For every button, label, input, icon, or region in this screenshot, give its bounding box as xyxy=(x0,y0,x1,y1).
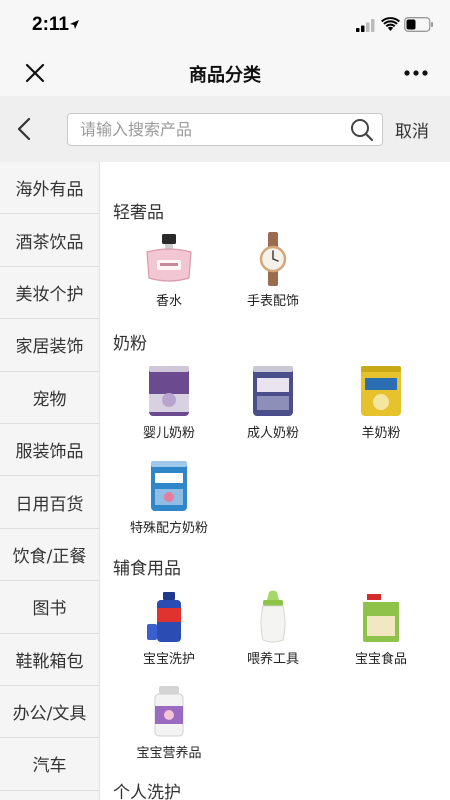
sidebar-item-apparel[interactable]: 服装饰品 xyxy=(0,424,99,477)
section-title-personal-care: 个人洗护 xyxy=(113,783,181,800)
category-sidebar: 海外有品 酒茶饮品 美妆个护 家居装饰 宠物 服装饰品 日用百货 饮食/正餐 图… xyxy=(0,162,100,800)
sidebar-item-office[interactable]: 办公/文具 xyxy=(0,686,99,739)
product-item-feeding-tools[interactable]: 喂养工具 xyxy=(218,590,328,667)
sidebar-item-books[interactable]: 图书 xyxy=(0,581,99,634)
product-label: 特殊配方奶粉 xyxy=(129,521,208,536)
product-item-goat-milk[interactable]: 羊奶粉 xyxy=(326,364,436,441)
search-icon[interactable] xyxy=(350,118,374,142)
bottle-icon xyxy=(147,592,181,642)
search-input[interactable] xyxy=(80,114,340,145)
product-item-baby-nutrition[interactable]: 宝宝营养品 xyxy=(114,684,224,761)
search-box xyxy=(67,113,383,146)
product-item-baby-food[interactable]: 宝宝食品 xyxy=(326,590,436,667)
section-title-milk-powder: 奶粉 xyxy=(113,334,147,354)
food-box-icon xyxy=(363,592,399,642)
watch-icon xyxy=(259,232,287,286)
product-item-watch[interactable]: 手表配饰 xyxy=(218,232,328,309)
sidebar-item-auto[interactable]: 汽车 xyxy=(0,738,99,791)
product-label: 羊奶粉 xyxy=(361,426,401,441)
page-title: 商品分类 xyxy=(189,65,261,86)
cancel-button[interactable]: 取消 xyxy=(395,117,429,142)
sidebar-item-drinks[interactable]: 酒茶饮品 xyxy=(0,214,99,267)
section-title-baby-supplies: 辅食用品 xyxy=(113,559,181,579)
status-time: 2:11 xyxy=(32,14,69,35)
product-item-baby-wash[interactable]: 宝宝洗护 xyxy=(114,590,224,667)
cellular-signal-icon xyxy=(356,19,375,32)
sidebar-item-overseas[interactable]: 海外有品 xyxy=(0,162,99,215)
product-label: 香水 xyxy=(155,294,182,309)
category-content: 轻奢品 香水 手表配饰 奶粉 婴儿奶粉 成人奶粉 羊奶粉 特殊配方奶粉 辅食用品… xyxy=(100,162,450,800)
product-label: 喂养工具 xyxy=(246,652,299,667)
milk-can-icon xyxy=(149,366,189,416)
perfume-icon xyxy=(146,234,192,282)
product-item-perfume[interactable]: 香水 xyxy=(114,232,224,309)
more-options-icon[interactable] xyxy=(404,70,428,76)
sidebar-item-home-decor[interactable]: 家居装饰 xyxy=(0,319,99,372)
product-item-special-formula[interactable]: 特殊配方奶粉 xyxy=(114,459,224,536)
product-label: 手表配饰 xyxy=(246,294,299,309)
sidebar-item-shoes-bags[interactable]: 鞋靴箱包 xyxy=(0,634,99,686)
battery-icon xyxy=(404,17,433,32)
feeding-bottle-icon xyxy=(260,590,286,643)
supplement-icon xyxy=(154,686,184,737)
back-chevron-icon[interactable] xyxy=(14,116,34,142)
product-label: 成人奶粉 xyxy=(246,426,299,441)
product-label: 宝宝营养品 xyxy=(136,746,202,761)
section-title-luxury: 轻奢品 xyxy=(113,203,164,223)
search-bar: 取消 xyxy=(0,96,450,162)
milk-can-icon xyxy=(361,366,401,416)
status-bar: 2:11 xyxy=(0,0,450,50)
sidebar-item-pets[interactable]: 宠物 xyxy=(0,372,99,424)
sidebar-item-daily-goods[interactable]: 日用百货 xyxy=(0,476,99,529)
title-bar: 商品分类 xyxy=(0,50,450,96)
category-page: 2:11 商品分类 请输入搜索产品 取消 海外有品 酒茶饮品 美妆个护 家居装饰… xyxy=(0,0,450,800)
sidebar-item-food[interactable]: 饮食/正餐 xyxy=(0,529,99,582)
product-item-adult-formula[interactable]: 成人奶粉 xyxy=(218,364,328,441)
product-label: 婴儿奶粉 xyxy=(142,426,195,441)
sidebar-item-beauty[interactable]: 美妆个护 xyxy=(0,267,99,320)
product-label: 宝宝食品 xyxy=(354,652,407,667)
milk-can-icon xyxy=(151,461,187,511)
milk-can-icon xyxy=(253,366,293,416)
location-arrow-icon xyxy=(70,20,79,29)
product-label: 宝宝洗护 xyxy=(142,652,195,667)
wifi-icon xyxy=(381,17,400,31)
product-item-infant-formula[interactable]: 婴儿奶粉 xyxy=(114,364,224,441)
